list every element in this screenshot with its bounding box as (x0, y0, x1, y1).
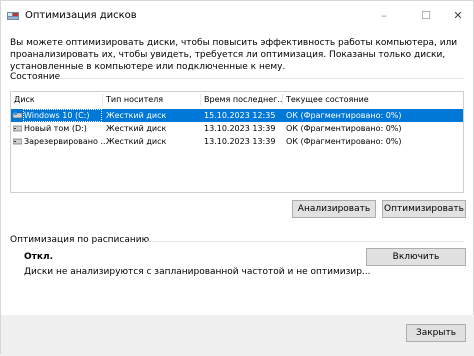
schedule-section-label: Оптимизация по расписанию (10, 235, 150, 245)
footer-bar: Закрыть (1, 315, 474, 356)
title-bar[interactable]: Оптимизация дисков – ☐ ✕ (1, 1, 474, 31)
column-header-disk[interactable]: Диск (11, 92, 103, 107)
windows-drive-icon (13, 112, 22, 119)
schedule-description: Диски не анализируются с запланированной… (24, 267, 371, 277)
description-text: Вы можете оптимизировать диски, чтобы по… (10, 38, 458, 72)
status-divider (59, 78, 464, 79)
disk-name: Windows 10 (C:) (23, 109, 102, 122)
table-row[interactable]: Windows 10 (C:) Жесткий диск 15.10.2023 … (11, 109, 463, 122)
optimize-button[interactable]: Оптимизировать (382, 200, 466, 218)
status-section-label: Состояние (10, 72, 61, 82)
schedule-status: Откл. (24, 252, 53, 262)
drive-icon (13, 138, 22, 145)
analyze-button[interactable]: Анализировать (292, 200, 376, 218)
close-button[interactable]: Закрыть (406, 324, 466, 342)
table-row[interactable]: Новый том (D:) Жесткий диск 13.10.2023 1… (11, 122, 463, 135)
drive-icon (13, 125, 22, 132)
list-header: Диск Тип носителя Время последнег... Тек… (11, 92, 463, 107)
column-header-media[interactable]: Тип носителя (103, 92, 201, 107)
column-header-last-run[interactable]: Время последнег... (201, 92, 283, 107)
media-type: Жесткий диск (106, 137, 167, 146)
window-title: Оптимизация дисков (25, 10, 137, 21)
drives-list[interactable]: Диск Тип носителя Время последнег... Тек… (10, 91, 464, 193)
current-state: ОК (Фрагментировано: 0%) (286, 111, 402, 120)
current-state: ОК (Фрагментировано: 0%) (286, 137, 402, 146)
current-state: ОК (Фрагментировано: 0%) (286, 124, 402, 133)
last-run: 15.10.2023 12:35 (204, 111, 276, 120)
media-type: Жесткий диск (106, 111, 167, 120)
minimize-button[interactable]: – (369, 7, 399, 25)
last-run: 13.10.2023 13:39 (204, 137, 276, 146)
schedule-divider (147, 241, 464, 242)
table-row[interactable]: Зарезервировано ... Жесткий диск 13.10.2… (11, 135, 463, 148)
disk-name: Новый том (D:) (24, 124, 87, 133)
media-type: Жесткий диск (106, 124, 167, 133)
last-run: 13.10.2023 13:39 (204, 124, 276, 133)
defrag-window: Оптимизация дисков – ☐ ✕ Вы можете оптим… (0, 0, 474, 356)
column-header-state[interactable]: Текущее состояние (283, 92, 463, 107)
maximize-button[interactable]: ☐ (411, 7, 441, 25)
disk-name: Зарезервировано ... (24, 137, 109, 146)
defrag-app-icon (7, 12, 19, 20)
close-window-button[interactable]: ✕ (443, 7, 473, 25)
enable-schedule-button[interactable]: Включить (366, 248, 466, 266)
